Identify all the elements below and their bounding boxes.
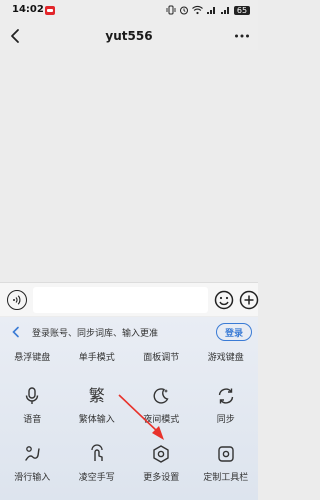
vibrate-icon [166, 5, 176, 15]
custom-toolbar-option[interactable]: 定制工具栏 [194, 443, 259, 483]
chat-message-area[interactable] [0, 50, 258, 282]
battery-icon: 65 [234, 5, 250, 15]
swipe-input-option[interactable]: 滑行输入 [0, 443, 65, 483]
option-label: 同步 [216, 415, 235, 425]
option-label: 夜间模式 [143, 415, 180, 425]
toolbar-custom-icon [215, 443, 237, 465]
option-label: 游戏键盘 [207, 353, 244, 363]
chat-header: yut556 [0, 22, 258, 50]
traditional-chinese-glyph: 繁 [88, 386, 105, 405]
game-keyboard-option[interactable]: 游戏键盘 [194, 350, 259, 363]
option-label: 定制工具栏 [203, 473, 249, 483]
login-bar: 登录账号、同步词库、输入更准 登录 [0, 317, 258, 347]
handwriting-icon [86, 443, 108, 465]
status-time: 14:02 [12, 4, 44, 15]
status-icons: 65 [166, 4, 250, 16]
microphone-icon [21, 385, 43, 407]
option-label: 悬浮键盘 [14, 353, 51, 363]
settings-row-bottom: 滑行输入 凌空手写 更多设置 定制工具栏 [0, 443, 258, 483]
more-dots-icon[interactable] [232, 26, 252, 46]
traditional-chinese-icon: 繁 [86, 385, 108, 407]
sync-option[interactable]: 同步 [194, 385, 259, 425]
option-label: 面板调节 [143, 353, 180, 363]
floating-keyboard-option[interactable]: 悬浮键盘 [0, 350, 65, 363]
status-bar: 14:02 65 [0, 0, 258, 22]
settings-row-top: 悬浮键盘 单手模式 面板调节 游戏键盘 [0, 350, 258, 363]
signal-icon [207, 7, 215, 14]
settings-hexagon-icon [150, 443, 172, 465]
voice-option[interactable]: 语音 [0, 385, 65, 425]
chat-title: yut556 [105, 29, 153, 43]
voice-input-button[interactable] [7, 290, 27, 310]
signal-icon-2 [221, 7, 229, 14]
panel-adjust-option[interactable]: 面板调节 [129, 350, 194, 363]
keyboard-settings-panel: 登录账号、同步词库、输入更准 登录 悬浮键盘 单手模式 面板调节 游戏键盘 语音 [0, 317, 258, 500]
one-hand-mode-option[interactable]: 单手模式 [65, 350, 130, 363]
plus-icon[interactable] [239, 290, 259, 310]
option-label: 语音 [23, 415, 42, 425]
emoji-icon[interactable] [214, 290, 234, 310]
chevron-left-icon[interactable] [10, 326, 22, 338]
login-hint-text: 登录账号、同步词库、输入更准 [32, 329, 159, 339]
handwriting-option[interactable]: 凌空手写 [65, 443, 130, 483]
voice-icon [13, 295, 21, 305]
wifi-icon [192, 5, 203, 15]
battery-level: 65 [236, 5, 248, 15]
sync-icon [215, 385, 237, 407]
alarm-icon [180, 6, 188, 15]
more-settings-option[interactable]: 更多设置 [129, 443, 194, 483]
option-label: 滑行输入 [14, 473, 51, 483]
night-mode-option[interactable]: 夜间模式 [129, 385, 194, 425]
traditional-chinese-option[interactable]: 繁 繁体输入 [65, 385, 130, 425]
input-bar [0, 282, 259, 316]
login-button[interactable]: 登录 [216, 323, 252, 341]
option-label: 繁体输入 [78, 415, 115, 425]
option-label: 凌空手写 [78, 473, 115, 483]
message-input[interactable] [33, 287, 208, 313]
option-label: 更多设置 [143, 473, 180, 483]
swipe-input-icon [21, 443, 43, 465]
option-label: 单手模式 [78, 353, 115, 363]
moon-icon [150, 385, 172, 407]
notification-app-icon [45, 6, 55, 15]
settings-row-middle: 语音 繁 繁体输入 夜间模式 同步 [0, 385, 258, 425]
